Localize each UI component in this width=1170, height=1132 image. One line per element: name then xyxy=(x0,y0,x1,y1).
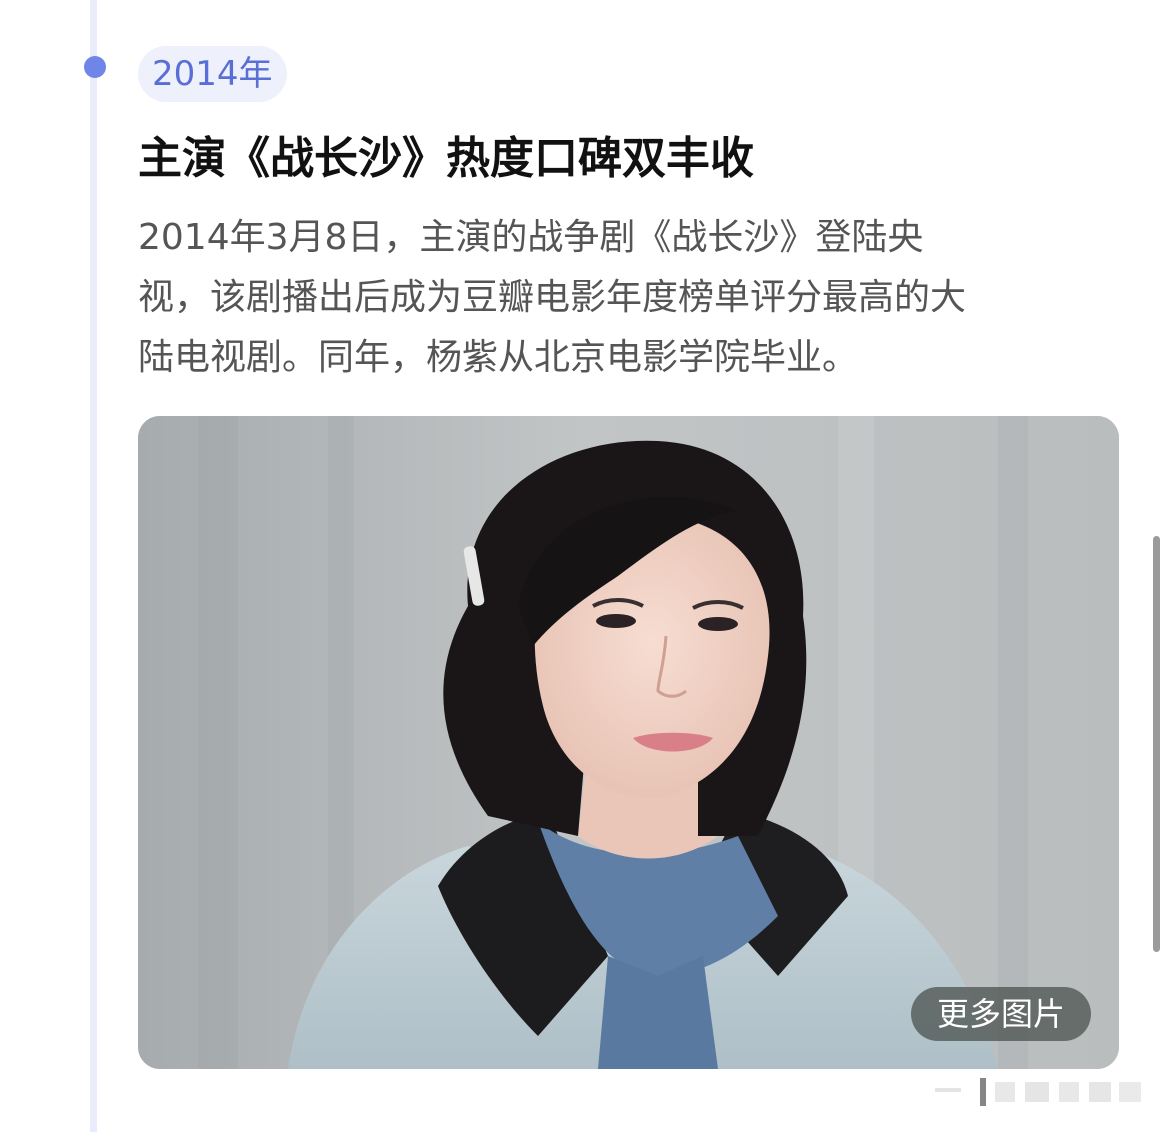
description-line: 陆电视剧。同年，杨紫从北京电影学院毕业。 xyxy=(138,337,859,378)
more-photos-button[interactable]: 更多图片 xyxy=(910,987,1091,1041)
portrait-photo-image xyxy=(138,416,1119,1069)
watermark-logo xyxy=(935,1078,1141,1106)
timeline-page: 2014年 主演《战长沙》热度口碑双丰收 2014年3月8日，主演的战争剧《战长… xyxy=(0,0,1170,1132)
description-line: 2014年3月8日，主演的战争剧《战长沙》登陆央 xyxy=(138,217,924,258)
entry-description: 2014年3月8日，主演的战争剧《战长沙》登陆央 视，该剧播出后成为豆瓣电影年度… xyxy=(138,208,1123,388)
entry-title: 主演《战长沙》热度口碑双丰收 xyxy=(138,133,754,184)
entry-photo[interactable]: 更多图片 xyxy=(138,416,1119,1069)
year-badge: 2014年 xyxy=(138,46,287,102)
timeline-dot-icon xyxy=(84,56,106,78)
description-line: 视，该剧播出后成为豆瓣电影年度榜单评分最高的大 xyxy=(138,277,967,318)
timeline-line xyxy=(90,0,97,1132)
scrollbar[interactable] xyxy=(1153,536,1160,952)
